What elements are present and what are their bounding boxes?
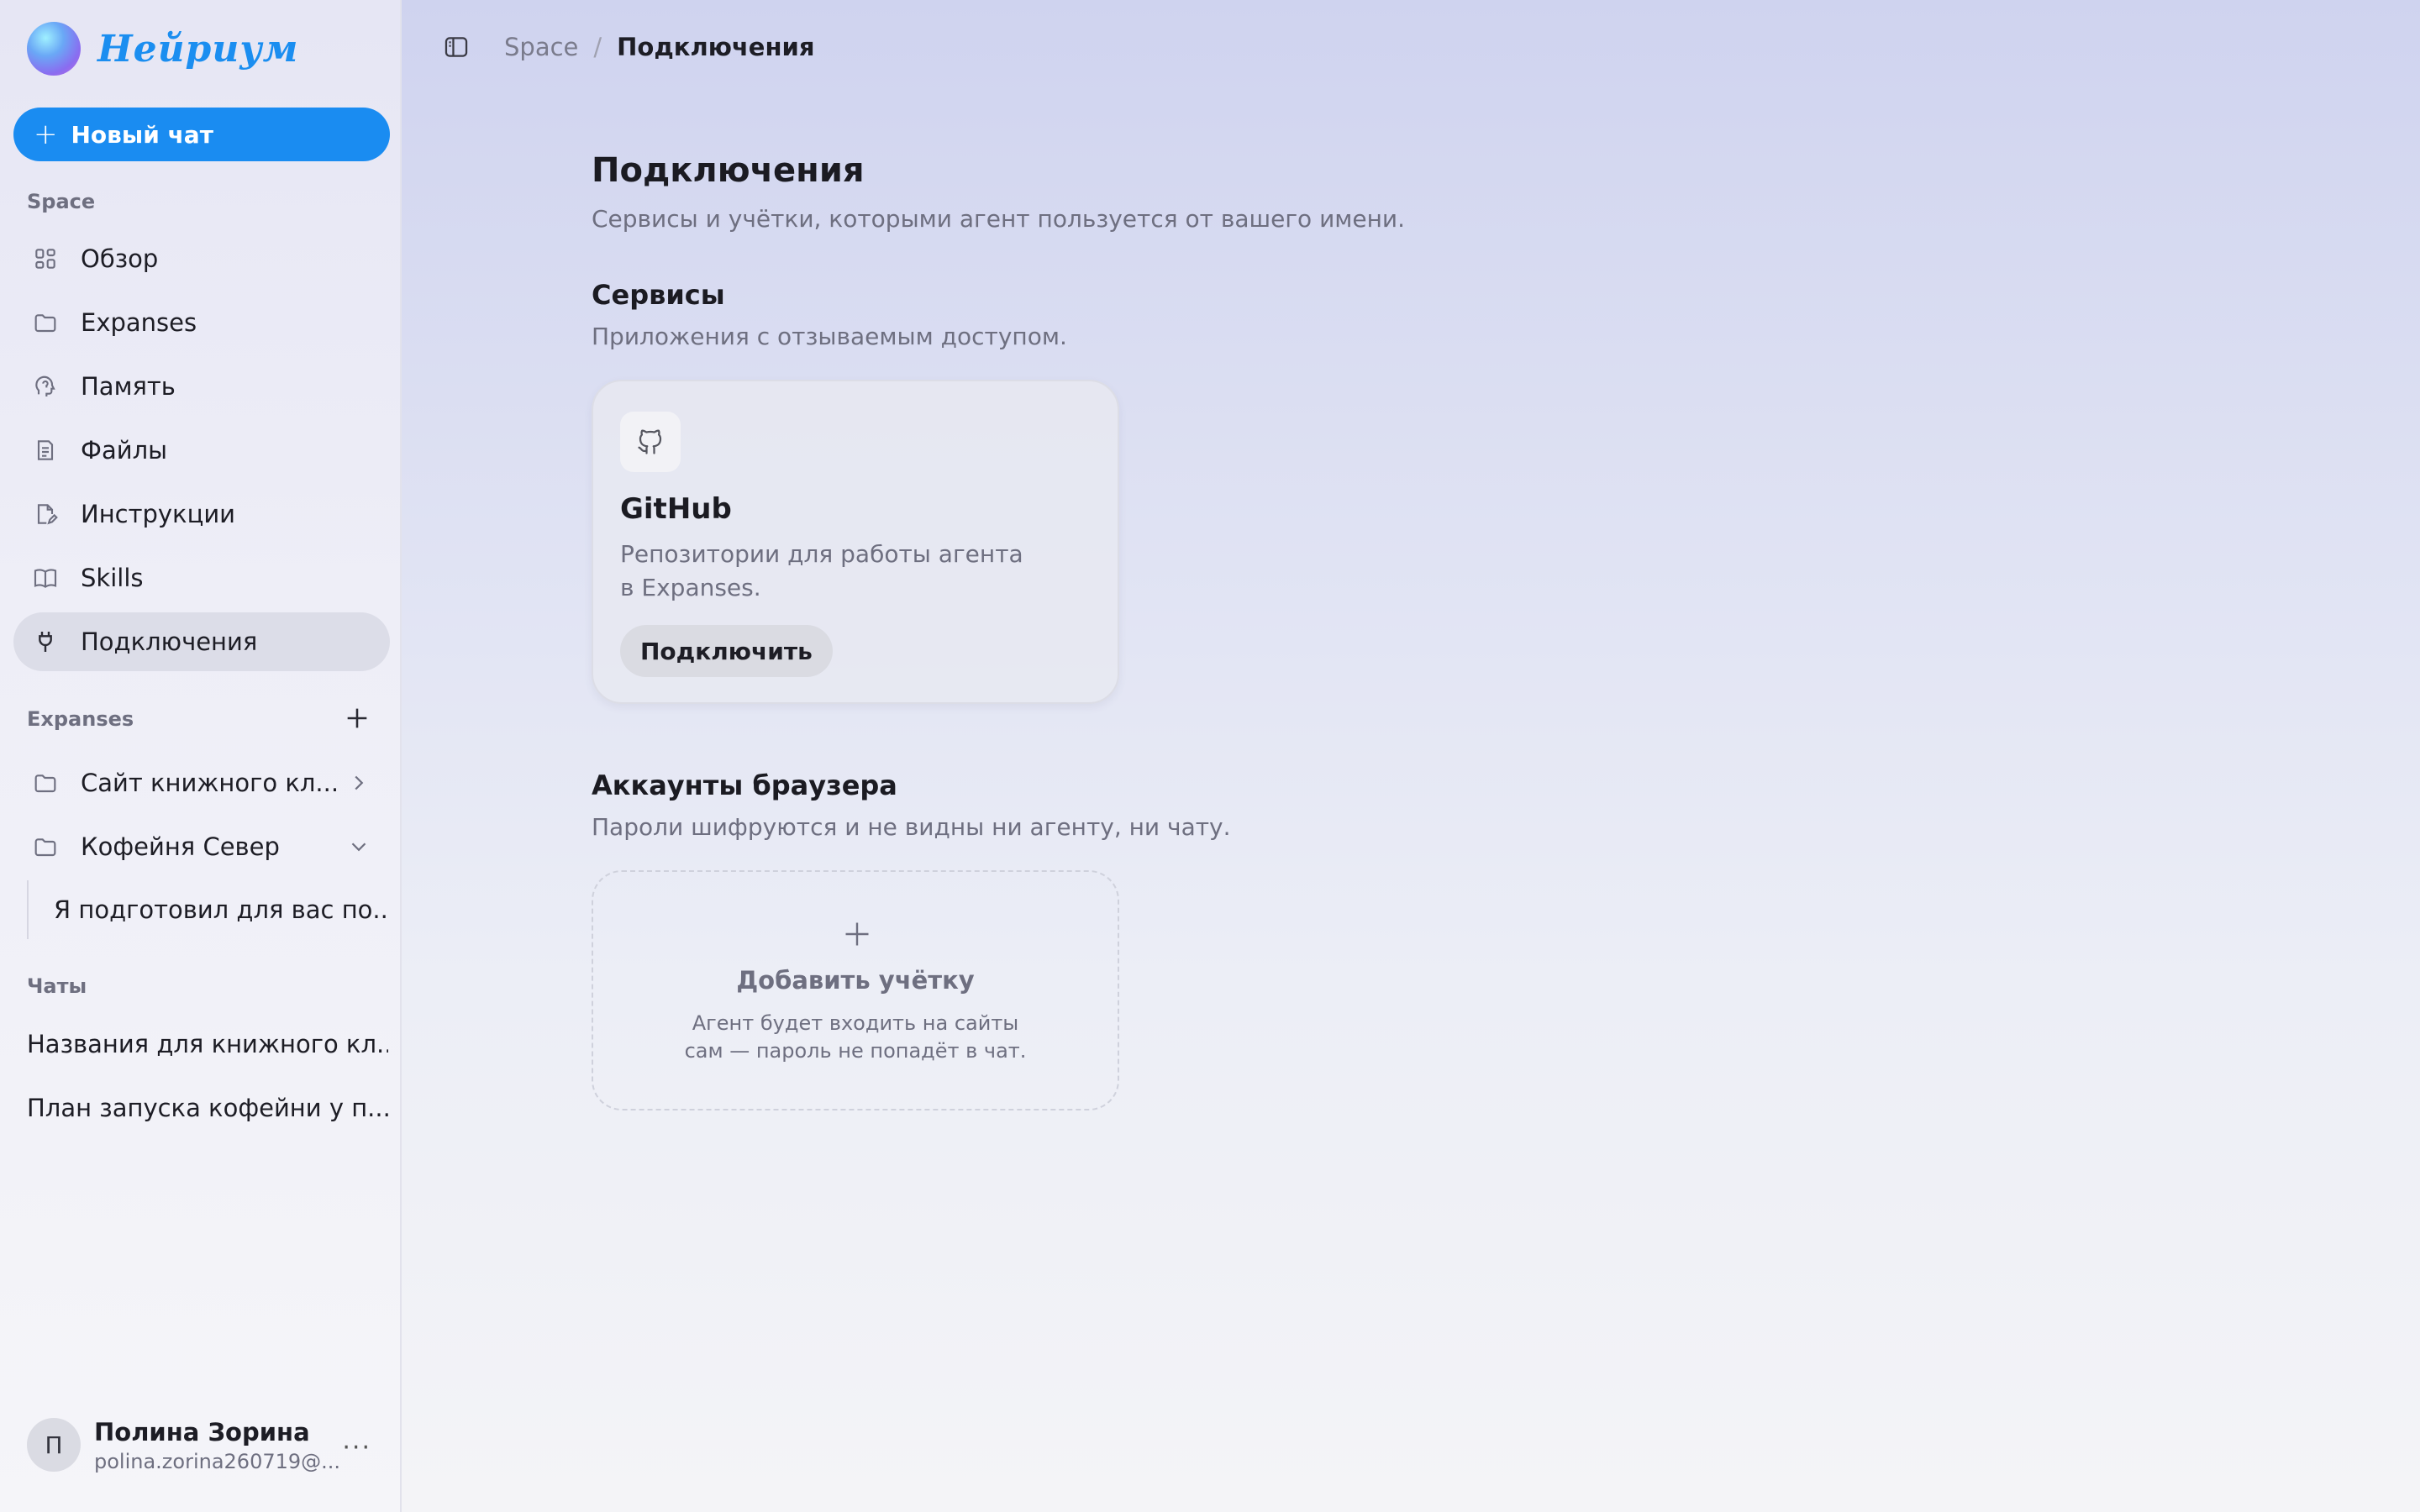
user-profile[interactable]: П Полина Зорина polina.zorina260719@... …	[27, 1418, 388, 1475]
add-account-title: Добавить учётку	[736, 966, 975, 995]
breadcrumb-separator: /	[593, 33, 602, 61]
expanse-sub-chat-item[interactable]: Я подготовил для вас по...	[27, 880, 390, 939]
chat-item[interactable]: Названия для книжного кл...	[27, 1015, 388, 1074]
browser-accounts-subtitle: Пароли шифруются и не видны ни агенту, н…	[592, 813, 1231, 841]
chat-item[interactable]: План запуска кофейни у п...	[27, 1079, 388, 1137]
expanse-item-book-club[interactable]: Сайт книжного кл...	[13, 753, 390, 812]
services-subtitle: Приложения с отзываемым доступом.	[592, 323, 1067, 350]
brand-logo[interactable]: Нейриум	[27, 18, 298, 79]
breadcrumb-current: Подключения	[617, 33, 815, 61]
new-chat-label: Новый чат	[71, 120, 213, 149]
page-subtitle: Сервисы и учётки, которыми агент пользуе…	[592, 205, 1406, 233]
browser-accounts-title: Аккаунты браузера	[592, 769, 897, 801]
add-expanse-plus-icon[interactable]	[343, 704, 371, 732]
service-name: GitHub	[620, 492, 732, 526]
brain-head-icon	[30, 371, 60, 402]
plug-icon	[30, 627, 60, 657]
page-title: Подключения	[592, 151, 865, 190]
sidebar-item-files[interactable]: Файлы	[13, 421, 390, 480]
services-title: Сервисы	[592, 279, 725, 311]
expanse-item-coffee-shop[interactable]: Кофейня Север	[13, 817, 390, 876]
grid-icon	[30, 244, 60, 274]
sidebar-item-label: Expanses	[81, 308, 197, 337]
file-icon	[30, 435, 60, 465]
avatar: П	[27, 1418, 81, 1472]
add-account-description-line: Агент будет входить на сайты	[692, 1011, 1019, 1035]
sidebar-item-overview[interactable]: Обзор	[13, 229, 390, 288]
plus-icon: +	[34, 118, 58, 151]
add-account-description-line: сам — пароль не попадёт в чат.	[684, 1039, 1027, 1063]
user-name: Полина Зорина	[94, 1418, 310, 1446]
logo-orb-icon	[27, 22, 81, 76]
service-description-line: Репозитории для работы агента	[620, 540, 1023, 568]
folder-icon	[30, 768, 60, 798]
sidebar-item-connections[interactable]: Подключения	[13, 612, 390, 671]
topbar: Space / Подключения	[442, 30, 814, 64]
sidebar-item-label: Обзор	[81, 244, 159, 273]
book-icon	[30, 563, 60, 593]
sidebar: Нейриум + Новый чат Space Обзор Expanses…	[0, 0, 402, 1512]
sidebar-item-label: Skills	[81, 564, 144, 592]
service-description-line: в Expanses.	[620, 574, 761, 601]
user-email: polina.zorina260719@...	[94, 1450, 341, 1473]
sidebar-item-skills[interactable]: Skills	[13, 549, 390, 607]
more-options-icon[interactable]: ···	[342, 1433, 371, 1462]
github-service-card: GitHub Репозитории для работы агента в E…	[592, 380, 1119, 704]
file-pen-icon	[30, 499, 60, 529]
chevron-right-icon[interactable]	[346, 770, 371, 795]
toggle-sidebar-icon[interactable]	[442, 33, 471, 61]
chevron-down-icon[interactable]	[346, 834, 371, 859]
section-label-expanses: Expanses	[27, 707, 134, 731]
brand-name: Нейриум	[97, 27, 299, 71]
breadcrumb-root[interactable]: Space	[504, 33, 578, 61]
folder-icon	[30, 832, 60, 862]
github-icon	[620, 412, 681, 472]
expanse-item-label: Сайт книжного кл...	[81, 769, 339, 797]
section-label-space: Space	[27, 190, 96, 213]
sidebar-item-instructions[interactable]: Инструкции	[13, 485, 390, 543]
service-description: Репозитории для работы агента в Expanses…	[620, 538, 1057, 605]
sidebar-item-label: Подключения	[81, 627, 258, 656]
section-label-chats: Чаты	[27, 974, 87, 998]
sidebar-item-memory[interactable]: Память	[13, 357, 390, 416]
add-account-card[interactable]: Добавить учётку Агент будет входить на с…	[592, 870, 1119, 1110]
expanse-item-label: Кофейня Север	[81, 832, 280, 861]
new-chat-button[interactable]: + Новый чат	[13, 108, 390, 161]
sidebar-item-expanses[interactable]: Expanses	[13, 293, 390, 352]
add-account-description: Агент будет входить на сайты сам — парол…	[593, 1010, 1118, 1065]
plus-icon	[845, 922, 869, 946]
sidebar-item-label: Инструкции	[81, 500, 236, 528]
sidebar-item-label: Файлы	[81, 436, 168, 465]
folder-icon	[30, 307, 60, 338]
connect-button[interactable]: Подключить	[620, 625, 833, 677]
sidebar-item-label: Память	[81, 372, 176, 401]
